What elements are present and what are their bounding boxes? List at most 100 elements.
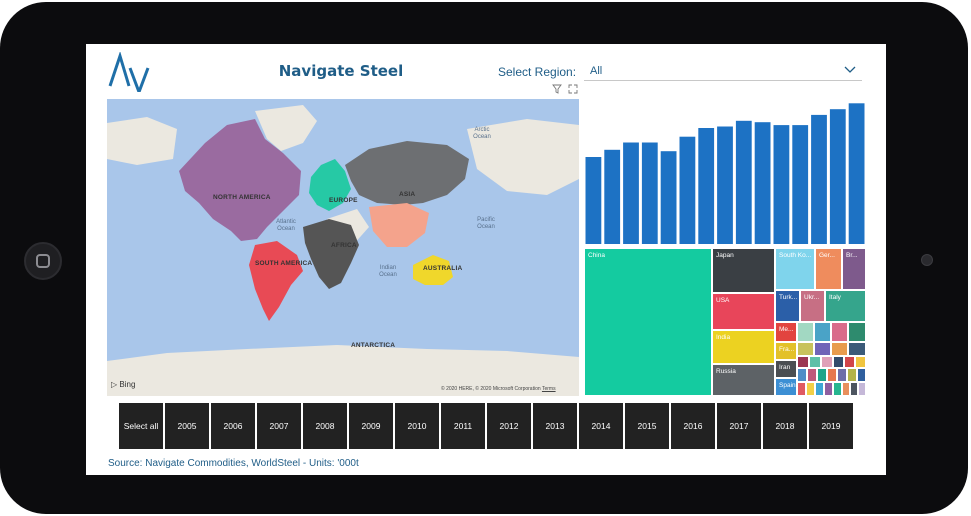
treemap-small-cell[interactable] [848, 322, 866, 342]
treemap-russia[interactable]: Russia [712, 364, 775, 396]
label-pacific-ocean: Pacific Ocean [477, 217, 495, 230]
treemap-small-cell[interactable] [831, 322, 848, 342]
bar-2008[interactable] [641, 142, 658, 245]
map-copyright: © 2020 HERE, © 2020 Microsoft Corporatio… [441, 386, 556, 392]
bar-2007[interactable] [623, 142, 639, 245]
year-button-2019[interactable]: 2019 [809, 403, 853, 449]
treemap-ukraine[interactable]: Ukr... [800, 290, 825, 322]
treemap-iran[interactable]: Iran [775, 360, 797, 378]
home-button[interactable] [24, 242, 62, 280]
treemap-small-cell[interactable] [827, 368, 837, 382]
year-button-2009[interactable]: 2009 [349, 403, 393, 449]
treemap-small-cell[interactable] [806, 382, 815, 396]
bar-2019[interactable] [848, 103, 865, 244]
treemap-small-cell[interactable] [833, 356, 844, 368]
bar-2009[interactable] [660, 151, 677, 244]
bar-2014[interactable] [754, 122, 771, 244]
treemap-japan[interactable]: Japan [712, 248, 775, 293]
treemap-small-cell[interactable] [855, 356, 866, 368]
bar-2017[interactable] [811, 114, 827, 244]
treemap-small-cell[interactable] [814, 322, 831, 342]
treemap-usa[interactable]: USA [712, 293, 775, 330]
chevron-down-icon [844, 66, 856, 73]
treemap-spain[interactable]: Spain [775, 378, 797, 396]
bar-2013[interactable] [735, 120, 752, 244]
treemap-small-cell[interactable] [837, 368, 847, 382]
bar-2005[interactable] [585, 157, 602, 244]
year-button-2005[interactable]: 2005 [165, 403, 209, 449]
treemap-germany[interactable]: Ger... [815, 248, 842, 290]
year-button-2008[interactable]: 2008 [303, 403, 347, 449]
treemap-small-cell[interactable] [824, 382, 833, 396]
treemap-india[interactable]: India [712, 330, 775, 364]
bar-2015[interactable] [773, 125, 790, 244]
treemap-small-cell[interactable] [797, 342, 814, 356]
treemap-small-cell[interactable] [848, 342, 866, 356]
treemap-small-cell[interactable] [858, 382, 866, 396]
year-button-2007[interactable]: 2007 [257, 403, 301, 449]
treemap-small-cell[interactable] [847, 368, 857, 382]
treemap-france[interactable]: Fra... [775, 342, 797, 360]
treemap-china[interactable]: China [584, 248, 712, 396]
treemap-small-cell[interactable] [831, 342, 848, 356]
label-australia: AUSTRALIA [423, 265, 463, 272]
terms-link[interactable]: Terms [542, 386, 556, 392]
year-button-2014[interactable]: 2014 [579, 403, 623, 449]
year-button-2012[interactable]: 2012 [487, 403, 531, 449]
treemap-small-cell[interactable] [850, 382, 858, 396]
treemap-small-cell[interactable] [857, 368, 866, 382]
bar-2010[interactable] [679, 136, 696, 244]
treemap-small-cell[interactable] [817, 368, 827, 382]
treemap-small-cell[interactable] [797, 356, 809, 368]
year-button-2010[interactable]: 2010 [395, 403, 439, 449]
treemap-small-cell[interactable] [807, 368, 817, 382]
label-africa: AFRICA [331, 242, 357, 249]
treemap-small-cell[interactable] [815, 382, 824, 396]
treemap-label: Ukr... [804, 294, 820, 301]
label-south-america: SOUTH AMERICA [255, 260, 313, 267]
region-dropdown[interactable]: All [584, 62, 862, 81]
bar-2012[interactable] [717, 126, 733, 245]
visual-toolbar [552, 84, 582, 96]
treemap-small-cell[interactable] [814, 342, 831, 356]
dashboard-screen: Navigate Steel Select Region: All NORTH … [86, 44, 886, 475]
treemap-small-cell[interactable] [844, 356, 855, 368]
bar-2018[interactable] [829, 109, 846, 244]
treemap-label: Fra... [779, 346, 795, 353]
year-button-2016[interactable]: 2016 [671, 403, 715, 449]
focus-mode-icon[interactable] [568, 84, 578, 94]
treemap-turkey[interactable]: Turk... [775, 290, 800, 322]
copyright-text: © 2020 HERE, © 2020 Microsoft Corporatio… [441, 386, 541, 392]
year-button-2018[interactable]: 2018 [763, 403, 807, 449]
year-button-2006[interactable]: 2006 [211, 403, 255, 449]
select-all-button[interactable]: Select all [119, 403, 163, 449]
bar-2011[interactable] [698, 128, 715, 244]
year-button-2011[interactable]: 2011 [441, 403, 485, 449]
year-button-2013[interactable]: 2013 [533, 403, 577, 449]
region-label: Select Region: [498, 65, 577, 79]
year-button-2017[interactable]: 2017 [717, 403, 761, 449]
treemap-small-cell[interactable] [821, 356, 833, 368]
treemap-italy[interactable]: Italy [825, 290, 866, 322]
label-north-america: NORTH AMERICA [213, 194, 271, 201]
world-map[interactable]: NORTH AMERICA SOUTH AMERICA EUROPE ASIA … [107, 99, 579, 396]
treemap-label: Me... [779, 326, 794, 333]
filter-icon[interactable] [552, 84, 562, 94]
bing-logo: ▷ Bing [111, 380, 135, 389]
bing-text: Bing [119, 380, 136, 389]
south-america-shape [249, 241, 303, 321]
treemap-label: Russia [716, 368, 736, 375]
treemap-south-korea[interactable]: South Ko... [775, 248, 815, 290]
treemap-small-cell[interactable] [833, 382, 842, 396]
treemap-brazil[interactable]: Br... [842, 248, 866, 290]
treemap-small-cell[interactable] [809, 356, 821, 368]
treemap-small-cell[interactable] [797, 368, 807, 382]
treemap-small-cell[interactable] [797, 382, 806, 396]
year-button-2015[interactable]: 2015 [625, 403, 669, 449]
bar-2006[interactable] [604, 149, 621, 244]
treemap-mexico[interactable]: Me... [775, 322, 797, 342]
bar-2016[interactable] [792, 125, 809, 244]
treemap-small-cell[interactable] [797, 322, 814, 342]
treemap-small-cell[interactable] [842, 382, 850, 396]
camera-icon [921, 254, 933, 266]
